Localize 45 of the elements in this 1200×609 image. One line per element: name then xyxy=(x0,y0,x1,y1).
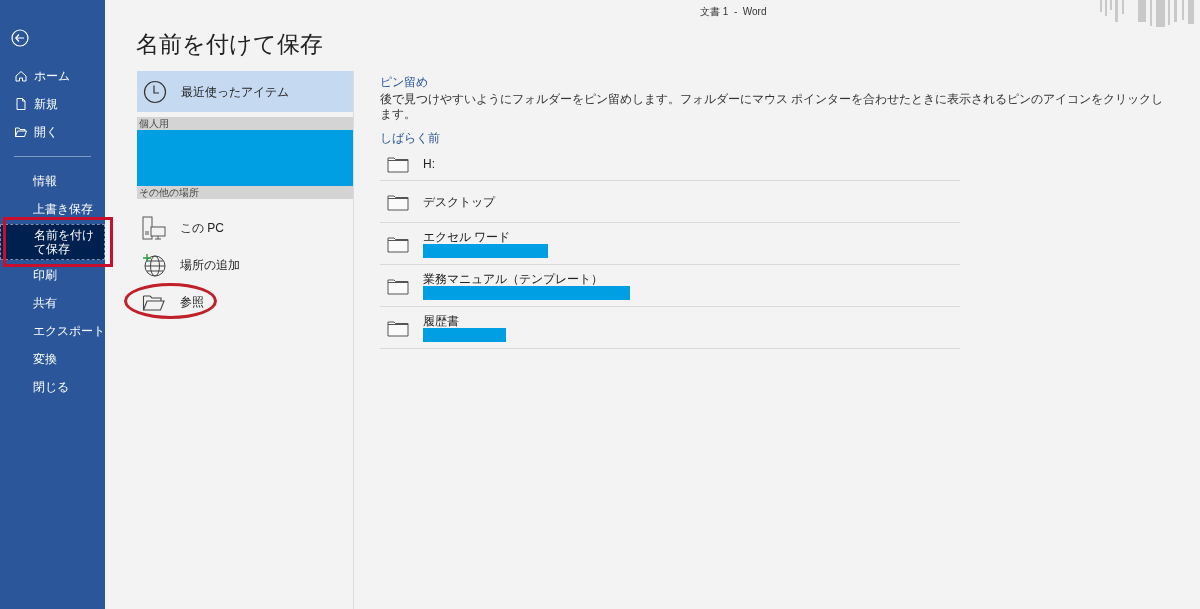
folder-name: エクセル ワード xyxy=(423,229,512,244)
section-title: しばらく前 xyxy=(380,130,440,146)
folder-icon xyxy=(387,234,409,253)
section-header: 個人用 xyxy=(137,117,353,130)
folder-icon xyxy=(14,125,28,139)
sidebar-item[interactable]: 開く xyxy=(0,118,105,146)
location-item[interactable]: 参照 xyxy=(137,283,353,320)
folder-icon xyxy=(387,276,409,295)
folder-row[interactable]: 履歴書 xyxy=(380,307,960,349)
sidebar-item[interactable]: 情報 xyxy=(0,167,105,195)
folder-row[interactable]: デスクトップ xyxy=(380,181,960,223)
sidebar-item[interactable]: 閉じる xyxy=(0,373,105,401)
folder-row[interactable]: 業務マニュアル（テンプレート） xyxy=(380,265,960,307)
folder-name: デスクトップ xyxy=(423,194,495,209)
pin-description: 後で見つけやすいようにフォルダーをピン留めします。フォルダーにマウス ポインターを合わせたときに表示されるピンのアイコンをクリックします。 xyxy=(380,92,1165,122)
folder-icon xyxy=(387,192,409,211)
window-title: 文書 1 - Word xyxy=(700,5,767,19)
location-item[interactable]: 最近使ったアイテム xyxy=(137,71,353,112)
location-item[interactable]: この PC xyxy=(137,209,353,246)
sidebar-item[interactable]: エクスポート xyxy=(0,317,105,345)
section-header: その他の場所 xyxy=(137,186,353,199)
folder-row[interactable]: エクセル ワード xyxy=(380,223,960,265)
sidebar-item[interactable]: 変換 xyxy=(0,345,105,373)
folder-name: H: xyxy=(423,157,435,171)
sidebar-item[interactable]: 名前を付けて保存 xyxy=(0,224,105,260)
sidebar-item[interactable]: 上書き保存 xyxy=(0,195,105,223)
sidebar-item[interactable]: 印刷 xyxy=(0,261,105,289)
folder-row[interactable]: H: xyxy=(380,148,960,181)
home-icon xyxy=(14,69,28,83)
sidebar-item[interactable]: 共有 xyxy=(0,289,105,317)
page-heading: 名前を付けて保存 xyxy=(136,30,323,59)
clock-icon xyxy=(143,79,167,104)
document-icon xyxy=(14,97,28,111)
folder-name: 履歴書 xyxy=(423,313,460,328)
back-button[interactable] xyxy=(10,28,30,48)
sidebar-item[interactable]: ホーム xyxy=(0,62,105,90)
location-item[interactable]: 場所の追加 xyxy=(137,246,353,283)
sidebar-item[interactable]: 新規 xyxy=(0,90,105,118)
folder-icon xyxy=(387,155,409,173)
back-icon xyxy=(11,29,29,47)
globe-icon xyxy=(142,252,166,277)
section-title: ピン留め xyxy=(380,74,428,90)
computer-icon xyxy=(142,215,166,240)
folder-name: 業務マニュアル（テンプレート） xyxy=(423,271,604,286)
folder-icon xyxy=(387,318,409,337)
